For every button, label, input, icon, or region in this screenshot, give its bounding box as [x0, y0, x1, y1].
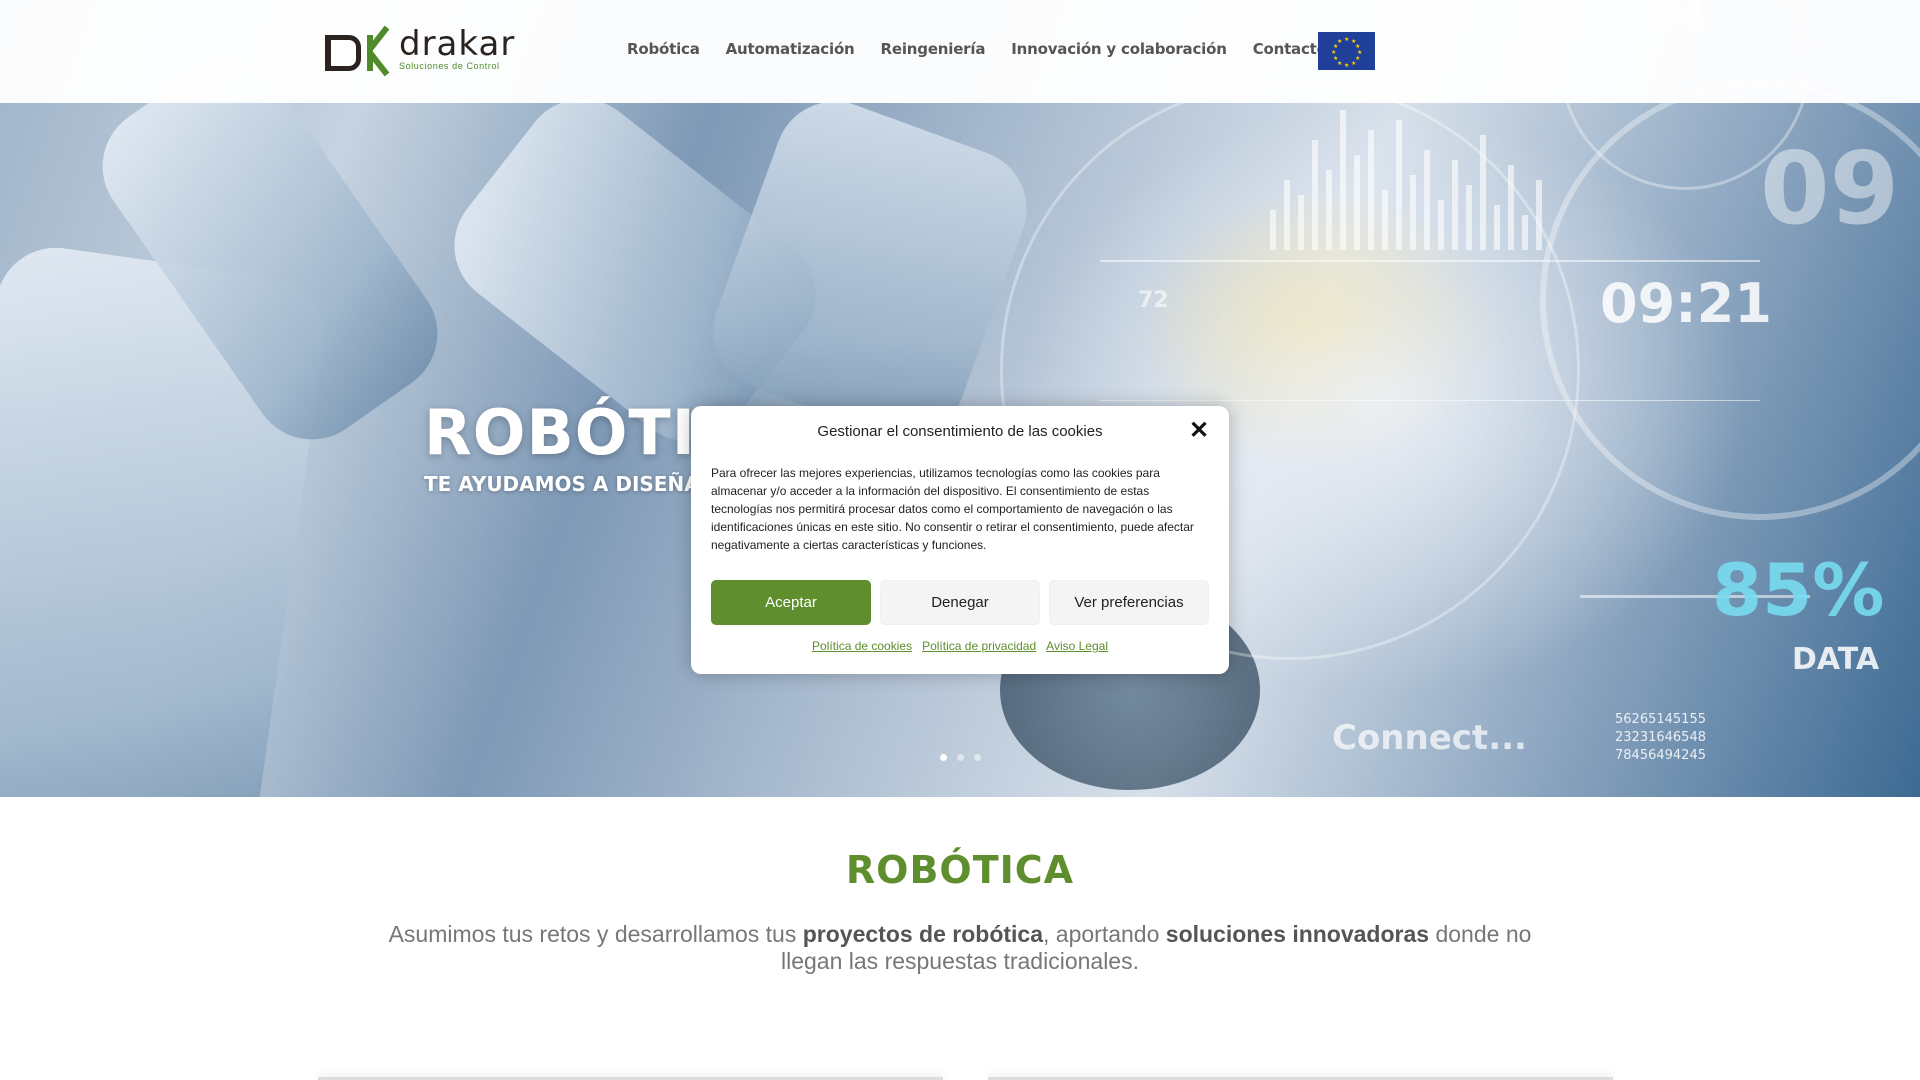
slider-dot[interactable] [957, 754, 964, 761]
hud-line [1100, 400, 1760, 401]
site-logo[interactable]: drakar Soluciones de Control [325, 24, 525, 77]
hud-bar-chart [1270, 100, 1670, 250]
hud-code-1: 56265145155 [1615, 712, 1706, 727]
modal-body: Para ofrecer las mejores experiencias, u… [711, 466, 1194, 552]
section-title: ROBÓTICA [845, 848, 1075, 892]
hud-line [1100, 260, 1760, 262]
section-intro: Asumimos tus retos y desarrollamos tus p… [380, 921, 1540, 975]
modal-links: Política de cookies Política de privacid… [691, 639, 1229, 653]
eu-flag-icon[interactable]: ★ ★ ★ ★ ★ ★ ★ ★ ★ ★ ★ ★ [1318, 32, 1375, 70]
logo-mark [325, 25, 395, 77]
logo-name: drakar [399, 24, 516, 64]
hud-code-3: 78456494245 [1615, 748, 1706, 763]
slider-dot[interactable] [974, 754, 981, 761]
logo-subtitle: Soluciones de Control [399, 61, 500, 71]
cookie-consent-modal: Gestionar el consentimiento de las cooki… [691, 406, 1229, 674]
slider-dot[interactable] [940, 754, 947, 761]
main-nav: Robótica Automatización Reingeniería Inn… [627, 40, 1327, 58]
privacy-policy-link[interactable]: Política de privacidad [922, 639, 1036, 653]
nav-item-contacto[interactable]: Contacto [1253, 40, 1327, 58]
modal-title: Gestionar el consentimiento de las cooki… [817, 423, 1103, 440]
deny-button[interactable]: Denegar [880, 580, 1040, 625]
hud-percent: 85% [1712, 548, 1885, 632]
close-icon[interactable]: ✕ [1188, 419, 1210, 443]
nav-item-robotica[interactable]: Robótica [627, 40, 700, 58]
site-header: drakar Soluciones de Control Robótica Au… [0, 0, 1920, 103]
slider-dots [940, 754, 981, 761]
hud-data-label: DATA [1792, 642, 1880, 677]
hud-clock: 09:21 [1600, 272, 1772, 335]
hero-slider: 24 09 09:21 72 85% DATA Connect... 56265… [0, 0, 1920, 797]
nav-item-automatizacion[interactable]: Automatización [726, 40, 855, 58]
preferences-button[interactable]: Ver preferencias [1049, 580, 1209, 625]
legal-notice-link[interactable]: Aviso Legal [1046, 639, 1108, 653]
hud-code-2: 23231646548 [1615, 730, 1706, 745]
nav-item-reingenieria[interactable]: Reingeniería [881, 40, 986, 58]
section-text-part: , aportando [1043, 921, 1166, 947]
section-text-bold: soluciones innovadoras [1165, 921, 1430, 947]
nav-item-innovacion[interactable]: Innovación y colaboración [1011, 40, 1227, 58]
section-text-part: Asumimos tus retos y desarrollamos tus [388, 921, 803, 947]
section-text-bold: proyectos de robótica [802, 921, 1044, 947]
hud-big-number: 09 [1760, 130, 1900, 247]
hud-gauge: 72 [1138, 288, 1169, 313]
hud-connect-label: Connect... [1332, 718, 1527, 758]
hero-subtitle: TE AYUDAMOS A DISEÑA [424, 472, 700, 496]
accept-button[interactable]: Aceptar [711, 580, 871, 625]
cookie-policy-link[interactable]: Política de cookies [812, 639, 912, 653]
